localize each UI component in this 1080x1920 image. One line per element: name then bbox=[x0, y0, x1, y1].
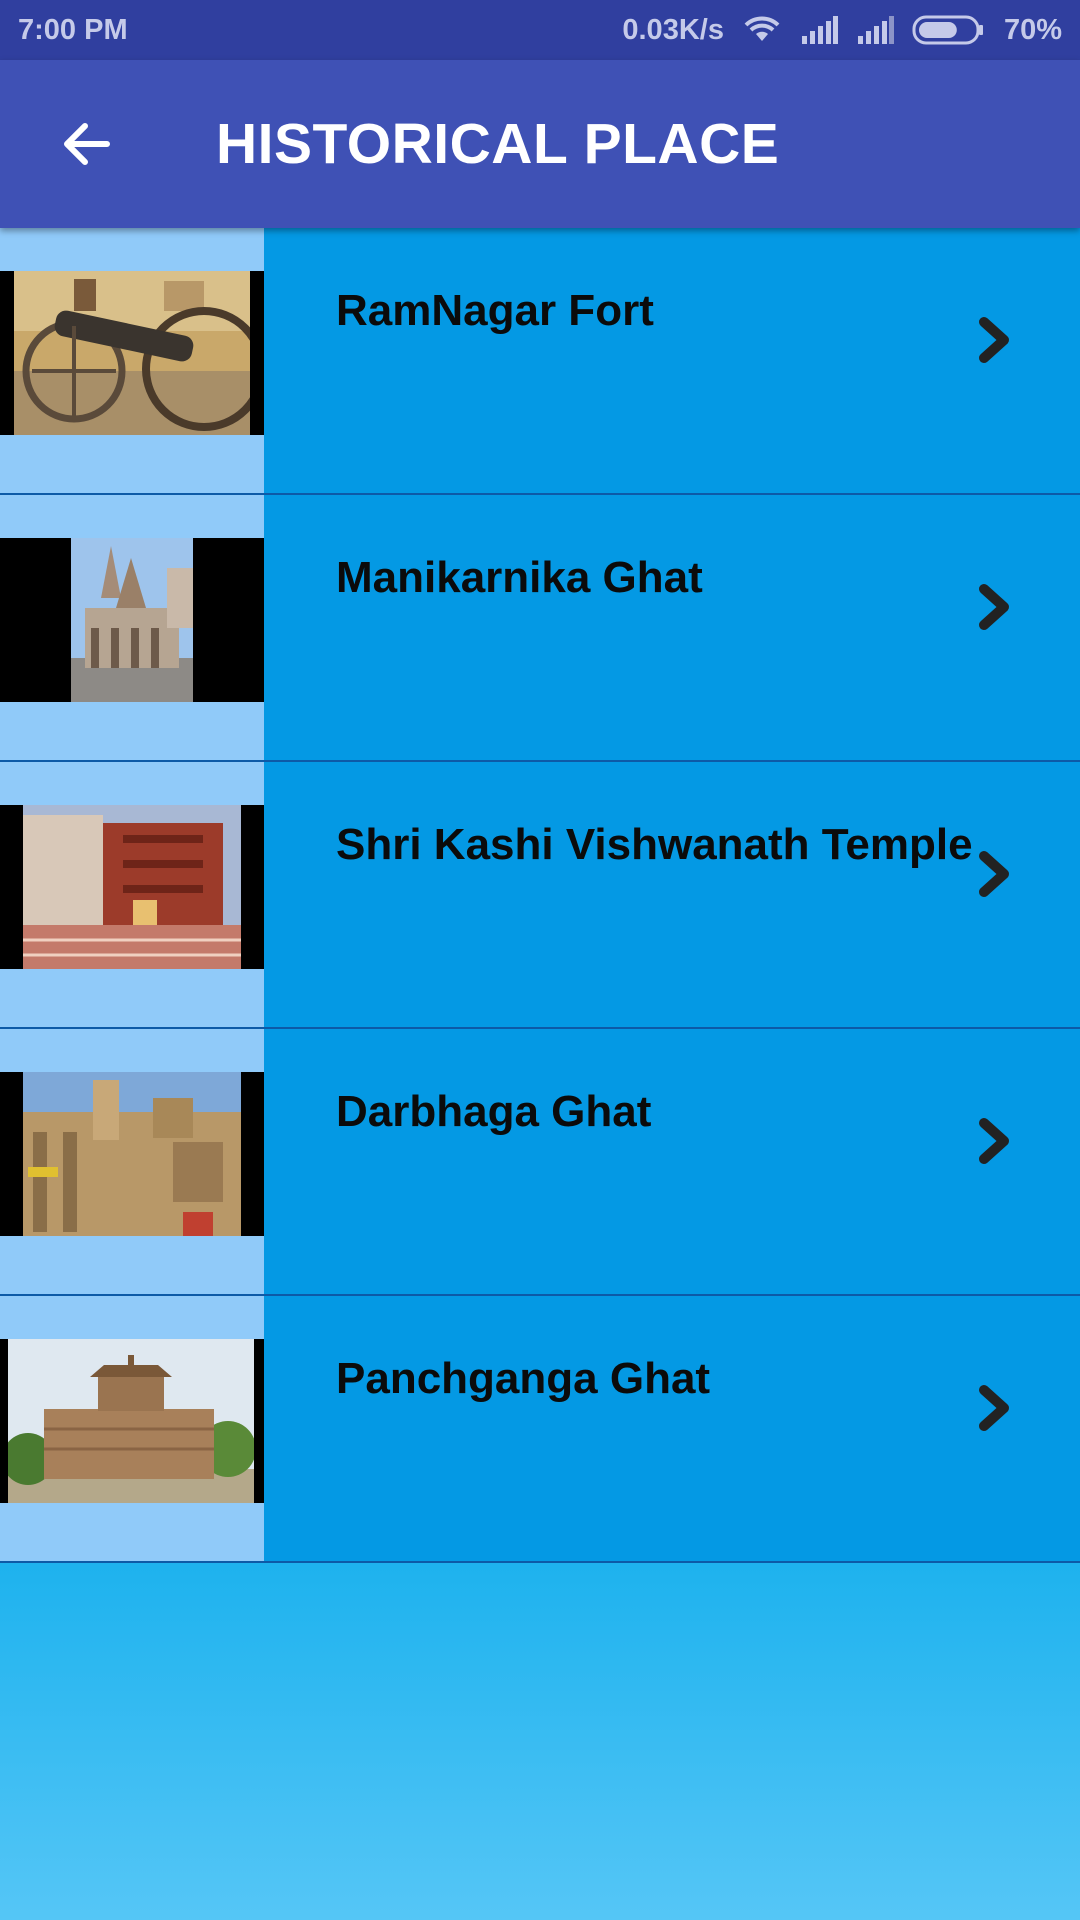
list-item-content: RamNagar Fort bbox=[264, 228, 1080, 493]
battery-icon bbox=[912, 15, 986, 45]
thumbnail-column bbox=[0, 495, 264, 760]
list-item-content: Shri Kashi Vishwanath Temple bbox=[264, 762, 1080, 1027]
place-name: Manikarnika Ghat bbox=[336, 553, 703, 602]
places-list: RamNagar Fort Manikarnika Ghat Shri Kash… bbox=[0, 228, 1080, 1563]
chevron-right-icon bbox=[979, 1385, 1009, 1431]
place-thumbnail bbox=[0, 538, 264, 702]
list-item-kashi-vishwanath-temple[interactable]: Shri Kashi Vishwanath Temple bbox=[0, 762, 1080, 1029]
signal-icon bbox=[800, 16, 838, 44]
page-title: HISTORICAL PLACE bbox=[216, 112, 780, 176]
arrow-back-icon bbox=[64, 123, 110, 165]
thumbnail-column bbox=[0, 762, 264, 1027]
chevron-right-icon bbox=[979, 584, 1009, 630]
place-thumbnail bbox=[0, 1072, 264, 1236]
thumbnail-column bbox=[0, 228, 264, 493]
chevron-right-icon bbox=[979, 317, 1009, 363]
status-bar: 7:00 PM 0.03K/s 70% bbox=[0, 0, 1080, 60]
status-time: 7:00 PM bbox=[18, 13, 128, 46]
list-item-darbhaga-ghat[interactable]: Darbhaga Ghat bbox=[0, 1029, 1080, 1296]
place-thumbnail bbox=[0, 271, 264, 435]
signal-icon bbox=[856, 16, 894, 44]
network-speed: 0.03K/s bbox=[622, 13, 724, 46]
place-name: Darbhaga Ghat bbox=[336, 1087, 652, 1136]
list-item-panchganga-ghat[interactable]: Panchganga Ghat bbox=[0, 1296, 1080, 1563]
list-item-content: Darbhaga Ghat bbox=[264, 1029, 1080, 1294]
place-thumbnail bbox=[0, 805, 264, 969]
thumbnail-column bbox=[0, 1296, 264, 1561]
wifi-icon bbox=[742, 15, 782, 45]
back-button[interactable] bbox=[30, 89, 140, 199]
battery-percent: 70% bbox=[1003, 13, 1062, 46]
place-thumbnail bbox=[0, 1339, 264, 1503]
list-item-ramnagar-fort[interactable]: RamNagar Fort bbox=[0, 228, 1080, 495]
app-bar: HISTORICAL PLACE bbox=[0, 60, 1080, 228]
list-item-content: Panchganga Ghat bbox=[264, 1296, 1080, 1561]
place-name: Shri Kashi Vishwanath Temple bbox=[336, 820, 973, 869]
place-name: RamNagar Fort bbox=[336, 286, 654, 335]
chevron-right-icon bbox=[979, 851, 1009, 897]
chevron-right-icon bbox=[979, 1118, 1009, 1164]
thumbnail-column bbox=[0, 1029, 264, 1294]
place-name: Panchganga Ghat bbox=[336, 1354, 711, 1403]
list-item-manikarnika-ghat[interactable]: Manikarnika Ghat bbox=[0, 495, 1080, 762]
list-item-content: Manikarnika Ghat bbox=[264, 495, 1080, 760]
